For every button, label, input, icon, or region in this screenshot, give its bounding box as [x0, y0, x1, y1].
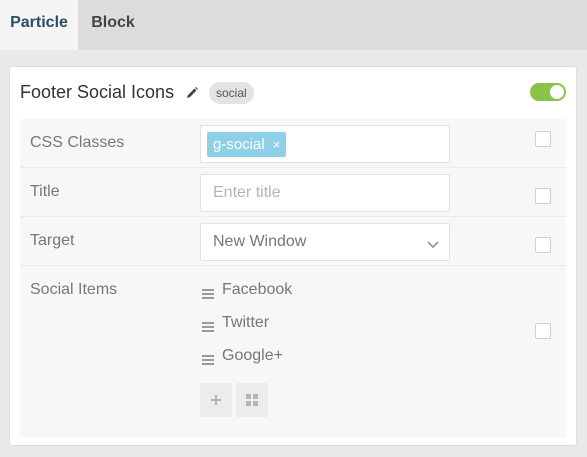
tab-bar: Particle Block — [0, 0, 587, 50]
grid-view-button[interactable] — [236, 383, 268, 417]
css-class-tag: g-social × — [207, 132, 287, 157]
drag-handle-icon — [202, 319, 214, 332]
row-social-items: Social Items Facebook Twitter Google+ — [20, 266, 566, 437]
tag-remove-button[interactable]: × — [273, 137, 281, 152]
toggle-knob — [550, 85, 564, 99]
title-field — [200, 174, 450, 212]
social-item-name: Facebook — [222, 281, 293, 298]
target-select-value: New Window — [213, 233, 307, 250]
add-item-button[interactable] — [200, 383, 232, 417]
particle-card: Footer Social Icons social CSS Classes g… — [9, 66, 577, 446]
social-item-name: Google+ — [222, 347, 283, 364]
target-label: Target — [30, 232, 75, 249]
css-classes-label: CSS Classes — [30, 134, 125, 151]
settings-panel: CSS Classes g-social × Title Target New W… — [20, 119, 566, 437]
title-label: Title — [30, 183, 60, 200]
row-css-classes: CSS Classes g-social × — [20, 119, 566, 168]
chevron-down-icon — [427, 237, 439, 249]
drag-handle-icon — [202, 352, 214, 365]
row-title: Title — [20, 168, 566, 217]
card-title: Footer Social Icons — [20, 82, 175, 102]
css-classes-override-checkbox[interactable] — [535, 131, 551, 147]
social-items-override-checkbox[interactable] — [535, 323, 551, 339]
row-target: Target New Window — [20, 217, 566, 266]
type-badge: social — [209, 82, 254, 104]
card-header: Footer Social Icons social — [10, 67, 576, 119]
enabled-toggle[interactable] — [530, 83, 566, 101]
target-select[interactable]: New Window — [200, 223, 450, 261]
css-class-tag-text: g-social — [213, 136, 265, 153]
title-input[interactable] — [201, 175, 449, 211]
pencil-icon[interactable] — [185, 86, 199, 100]
css-classes-field[interactable]: g-social × — [200, 125, 450, 163]
tab-particle[interactable]: Particle — [0, 0, 78, 50]
social-item-name: Twitter — [222, 314, 270, 331]
drag-handle-icon — [202, 286, 214, 299]
social-items-label: Social Items — [30, 281, 118, 298]
tab-block[interactable]: Block — [78, 0, 148, 50]
title-override-checkbox[interactable] — [535, 188, 551, 204]
target-override-checkbox[interactable] — [535, 237, 551, 253]
